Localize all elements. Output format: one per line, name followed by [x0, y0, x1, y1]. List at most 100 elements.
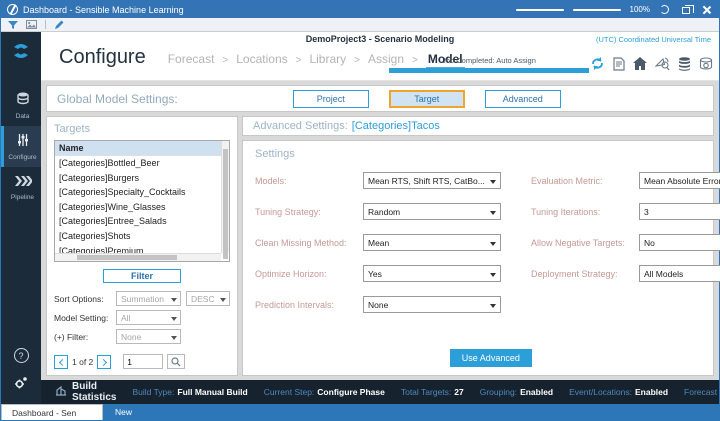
evaluation-metric-label: Evaluation Metric: [531, 175, 603, 186]
optimize-horizon-select[interactable]: Yes [363, 265, 501, 282]
advanced-settings-header: Advanced Settings: [Categories]Tacos [242, 116, 714, 136]
breadcrumb-separator: > [354, 55, 360, 66]
tab-new[interactable]: New [103, 404, 144, 420]
breadcrumb-locations[interactable]: Locations [236, 52, 287, 66]
settings-section-title: Settings [255, 148, 295, 160]
settings-gear-icon[interactable] [13, 375, 29, 396]
tuning-strategy-select[interactable]: Random [363, 203, 501, 220]
page-search-input[interactable] [123, 354, 164, 369]
target-row[interactable]: [Categories]Burgers [55, 171, 229, 186]
app-window: Dashboard - Sensible Machine Learning 10… [0, 0, 720, 421]
database-stack-icon[interactable] [678, 56, 691, 76]
global-settings-label: Global Model Settings: [57, 91, 178, 106]
window-title: Dashboard - Sensible Machine Learning [23, 4, 184, 15]
target-row[interactable]: [Categories]Bottled_Beer [55, 156, 229, 171]
tuning-iterations-select[interactable]: 3 [639, 203, 720, 220]
clean-missing-method-select[interactable]: Mean [363, 234, 501, 251]
page-title: Configure [59, 46, 146, 68]
refresh-window-icon[interactable] [659, 4, 671, 16]
settings-panel: Settings Models: Mean RTS, Shift RTS, Cat… [242, 140, 720, 376]
close-window-icon[interactable] [701, 4, 713, 16]
help-icon[interactable]: ? [13, 348, 29, 363]
timezone-label: (UTC) Coordinated Universal Time [595, 35, 711, 44]
stat-total-targets: Total Targets: 27 [400, 387, 464, 397]
target-button[interactable]: Target [388, 89, 465, 108]
advanced-settings-title: Advanced Settings: [253, 120, 348, 132]
chevrons-icon [14, 174, 33, 192]
audit-icon[interactable] [654, 57, 670, 76]
toolbar-divider [45, 20, 46, 29]
job-status-text: Job Completed: Auto Assign [442, 56, 536, 65]
chevron-down-icon [490, 180, 496, 184]
tuning-strategy-label: Tuning Strategy: [255, 206, 321, 217]
chevron-down-icon [171, 317, 177, 321]
models-select[interactable]: Mean RTS, Shift RTS, CatBo... [363, 172, 501, 189]
filter-button[interactable]: Filter [103, 269, 181, 283]
build-statistics-title: Build Statistics [72, 381, 117, 403]
breadcrumb-separator: > [222, 55, 229, 66]
sidebar-item-label: Configure [8, 154, 37, 161]
sidebar-item-configure[interactable]: Configure [1, 126, 41, 167]
target-row[interactable]: [Categories]Entree_Salads [55, 214, 229, 229]
build-statistics-icon [55, 385, 67, 399]
chevron-down-icon [490, 242, 496, 246]
zoom-slider-left[interactable] [515, 8, 564, 11]
breadcrumb-forecast[interactable]: Forecast [168, 52, 215, 66]
sidebar: Data Configure Pipeline ? [1, 32, 41, 404]
zoom-level: 100% [629, 5, 650, 14]
sort-options-label: Sort Options: [54, 293, 104, 304]
titlebar: Dashboard - Sensible Machine Learning 10… [1, 1, 719, 18]
deployment-strategy-select[interactable]: All Models [639, 265, 720, 282]
sort-options-select[interactable]: Summation [116, 291, 181, 306]
target-row[interactable]: [Categories]Wine_Glasses [55, 200, 229, 215]
use-advanced-button[interactable]: Use Advanced [449, 349, 532, 367]
breadcrumb-library[interactable]: Library [309, 52, 346, 66]
prev-page-button[interactable] [54, 354, 68, 369]
prediction-intervals-select[interactable]: None [363, 296, 501, 313]
horizontal-scrollbar[interactable] [55, 253, 221, 262]
allow-negative-targets-select[interactable]: No [639, 234, 720, 251]
filter-icon[interactable] [8, 20, 18, 30]
sidebar-item-data[interactable]: Data [1, 85, 41, 126]
plus-filter-label: (+) Filter: [54, 331, 89, 342]
screenshot-icon[interactable] [26, 20, 37, 29]
stat-grouping: Grouping: Enabled [479, 387, 554, 397]
home-icon[interactable] [633, 57, 647, 75]
database-icon [16, 92, 30, 111]
prediction-intervals-label: Prediction Intervals: [255, 299, 335, 310]
stat-event-locations: Event/Locations: Enabled [569, 387, 669, 397]
next-page-button[interactable] [97, 354, 112, 369]
chevron-down-icon [490, 211, 496, 215]
sliders-icon [16, 133, 30, 152]
sidebar-item-label: Pipeline [10, 194, 35, 201]
model-setting-select[interactable]: All [116, 310, 181, 325]
report-icon[interactable] [613, 56, 625, 76]
evaluation-metric-select[interactable]: Mean Absolute Error [639, 172, 720, 189]
target-row[interactable]: [Categories]Specialty_Cocktails [55, 185, 229, 200]
zoom-slider-right[interactable] [572, 8, 621, 11]
plus-filter-select[interactable]: None [116, 329, 181, 344]
advanced-button[interactable]: Advanced [484, 89, 561, 108]
targets-title: Targets [54, 123, 91, 135]
selected-target-name: [Categories]Tacos [351, 120, 440, 132]
restore-window-icon[interactable] [680, 4, 694, 16]
sort-direction-select[interactable]: DESC [186, 291, 230, 306]
stat-forecast-range: Forecast Range:14 Days [684, 387, 720, 397]
sync-icon[interactable] [590, 56, 605, 76]
deployment-strategy-label: Deployment Strategy: [531, 268, 618, 279]
target-row[interactable]: [Categories]Shots [55, 229, 229, 244]
data-connection-icon[interactable] [699, 56, 713, 76]
project-button[interactable]: Project [292, 89, 369, 108]
chevron-down-icon [171, 336, 177, 340]
column-header-name[interactable]: Name [55, 141, 229, 156]
job-progress-bar [389, 68, 589, 73]
tab-dashboard[interactable]: Dashboard - Sen [1, 404, 103, 420]
sidebar-item-pipeline[interactable]: Pipeline [1, 167, 41, 207]
edit-icon[interactable] [54, 20, 64, 30]
search-icon[interactable] [167, 354, 186, 369]
build-statistics-bar: Build Statistics Build Type: Full Manual … [41, 380, 720, 404]
targets-list: Name [Categories]Bottled_Beer [Categorie… [54, 140, 230, 263]
optimize-horizon-label: Optimize Horizon: [255, 268, 327, 279]
vertical-scrollbar[interactable] [221, 141, 229, 259]
targets-panel: Targets Name [Categories]Bottled_Beer [C… [46, 116, 238, 376]
